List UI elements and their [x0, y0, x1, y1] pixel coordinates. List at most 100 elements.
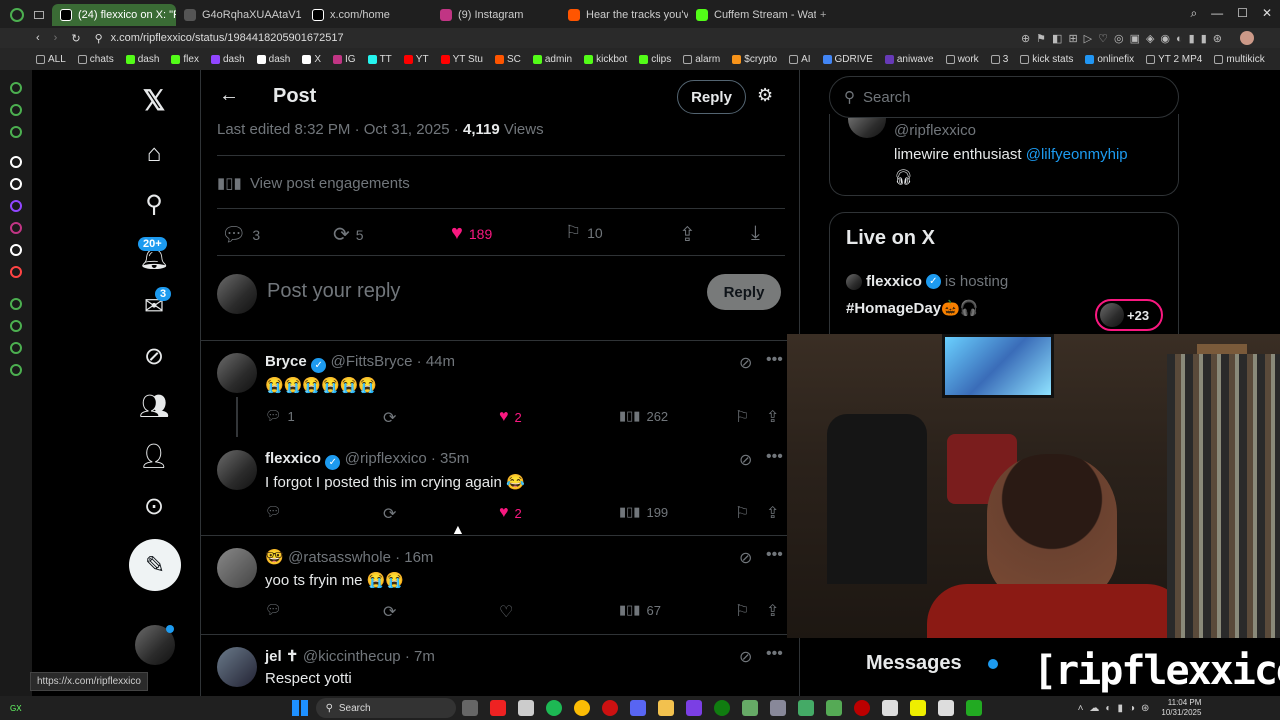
- bookmark-item[interactable]: chats: [77, 54, 114, 65]
- opera-icon[interactable]: [601, 700, 618, 716]
- minimize-button[interactable]: —: [1211, 6, 1223, 21]
- author-handle[interactable]: @ratsasswhole · 16m: [288, 549, 433, 566]
- view-engagements-link[interactable]: ▮▯▮ View post engagements: [217, 174, 410, 192]
- search-input[interactable]: ⚲ Search: [829, 76, 1179, 118]
- views-action[interactable]: ▮▯▮ 262: [619, 408, 668, 424]
- x-logo-icon[interactable]: [10, 244, 22, 256]
- reply-action[interactable]: 💬︎ 3: [221, 222, 260, 247]
- search-icon[interactable]: ⌕: [1190, 6, 1197, 21]
- reply-tweet[interactable]: Bryce ✓ @FittsBryce · 44m ⊘ ••• 😭😭😭😭😭😭 💬…: [201, 341, 799, 437]
- share-icon[interactable]: ⇪: [766, 407, 779, 427]
- back-arrow-icon[interactable]: ←: [219, 84, 239, 107]
- bookmark-item[interactable]: AI: [789, 54, 811, 65]
- new-tab-button[interactable]: +: [820, 9, 826, 21]
- bookmark-item[interactable]: onlinefix: [1085, 54, 1134, 65]
- reply-tweet[interactable]: flexxico ✓ @ripflexxico · 35m ⊘ ••• I fo…: [201, 438, 799, 535]
- author-handle[interactable]: @ripflexxico · 35m: [345, 450, 469, 467]
- download-icon[interactable]: ⤓: [751, 222, 760, 245]
- bookmark-item[interactable]: ALL: [36, 54, 66, 65]
- avatar[interactable]: [217, 548, 257, 588]
- tab-instagram[interactable]: (9) Instagram: [432, 4, 560, 26]
- bookmark-action[interactable]: ⚐ 10: [565, 222, 603, 243]
- app-icon[interactable]: [769, 700, 786, 716]
- clock[interactable]: 11:04 PM 10/31/2025: [1161, 698, 1201, 718]
- author-name[interactable]: Bryce: [265, 353, 307, 370]
- bookmark-icon[interactable]: ⚐: [735, 503, 749, 523]
- opera-gx-icon[interactable]: [489, 700, 506, 716]
- sidebar-app-icon[interactable]: [10, 126, 22, 138]
- profile-avatar[interactable]: [1240, 31, 1254, 45]
- more-icon[interactable]: ⊙: [139, 491, 169, 521]
- sidebar-app-icon[interactable]: [10, 82, 22, 94]
- instagram-icon[interactable]: [10, 222, 22, 234]
- like-action[interactable]: ♡: [499, 602, 513, 622]
- bookmark-item[interactable]: dash: [210, 54, 245, 65]
- explore-search-icon[interactable]: ⚲: [139, 189, 169, 219]
- reply-tweet[interactable]: jel ✝ @kiccinthecup · 7m ⊘ ••• Respect y…: [201, 635, 799, 696]
- app-icon[interactable]: [797, 700, 814, 716]
- app-icon[interactable]: [909, 700, 926, 716]
- avatar[interactable]: [217, 353, 257, 393]
- settings-icon[interactable]: [10, 364, 22, 376]
- spotify-icon[interactable]: [545, 700, 562, 716]
- avatar[interactable]: [848, 118, 886, 138]
- url-field[interactable]: x.com/ripflexxico/status/198441820590167…: [111, 32, 344, 44]
- tab-list-icon[interactable]: [34, 11, 44, 19]
- app-icon[interactable]: [685, 700, 702, 716]
- more-options-icon[interactable]: •••: [766, 351, 783, 369]
- views-action[interactable]: ▮▯▮ 67: [619, 602, 661, 618]
- more-options-icon[interactable]: •••: [766, 645, 783, 663]
- bookmark-item[interactable]: work: [945, 54, 979, 65]
- sidebar-app-icon[interactable]: [10, 178, 22, 190]
- app-icon[interactable]: [881, 700, 898, 716]
- live-listeners-badge[interactable]: +23: [1095, 299, 1163, 331]
- grok-icon[interactable]: ⊘: [139, 341, 169, 371]
- avatar[interactable]: [217, 647, 257, 687]
- close-button[interactable]: ✕: [1262, 6, 1272, 21]
- app-icon[interactable]: [517, 700, 534, 716]
- filter-icon[interactable]: ⚙: [757, 85, 773, 106]
- bookmark-item[interactable]: aniwave: [884, 54, 934, 65]
- app-icon[interactable]: [741, 700, 758, 716]
- start-button[interactable]: [291, 700, 308, 716]
- header-reply-button[interactable]: Reply: [677, 80, 746, 114]
- reply-input[interactable]: Post your reply: [267, 280, 400, 303]
- repost-action[interactable]: ⟳: [383, 602, 396, 622]
- compose-post-button[interactable]: ✎: [129, 539, 181, 591]
- sidebar-app-icon[interactable]: [10, 104, 22, 116]
- bookmark-item[interactable]: SC: [494, 54, 521, 65]
- browser-sidebar-icon[interactable]: GX: [10, 704, 22, 713]
- grok-icon[interactable]: ⊘: [739, 353, 752, 373]
- file-explorer-icon[interactable]: [657, 700, 674, 716]
- bookmark-icon[interactable]: ⚐: [735, 407, 749, 427]
- bookmark-item[interactable]: YT: [403, 54, 429, 65]
- taskbar-search[interactable]: ⚲ Search: [315, 698, 456, 718]
- extension-icons[interactable]: ⊕⚑◧⊞▷♡◎▣◈◉◐▮▮⊛: [1021, 32, 1228, 45]
- bookmark-item[interactable]: kickbot: [584, 54, 627, 65]
- bookmark-item[interactable]: X: [302, 54, 321, 65]
- reply-action[interactable]: 💬︎ 1: [265, 408, 295, 424]
- forward-icon[interactable]: ›: [54, 32, 58, 44]
- twitch-icon[interactable]: [10, 200, 22, 212]
- sidebar-app-icon[interactable]: [10, 298, 22, 310]
- author-name[interactable]: flexxico: [265, 450, 321, 467]
- share-icon[interactable]: ⇪: [766, 503, 779, 523]
- tab-flexxico-post[interactable]: (24) flexxico on X: "Prad: [52, 4, 176, 26]
- author-handle[interactable]: @kiccinthecup · 7m: [303, 648, 435, 665]
- chrome-icon[interactable]: [573, 700, 590, 716]
- reply-tweet[interactable]: 🤓 @ratsasswhole · 16m ⊘ ••• yoo ts fryin…: [201, 536, 799, 634]
- avatar[interactable]: [217, 450, 257, 490]
- clock-icon[interactable]: [10, 320, 22, 332]
- system-tray[interactable]: ˄☁◐▮◑⊛: [1078, 703, 1156, 714]
- reply-action[interactable]: 💬︎: [265, 504, 288, 520]
- bio-mention-link[interactable]: @lilfyeonmyhip: [1026, 146, 1128, 163]
- tab-kick-stream[interactable]: Cuffem Stream - Watch L: [688, 4, 816, 26]
- grok-icon[interactable]: ⊘: [739, 548, 752, 568]
- task-view-icon[interactable]: [461, 700, 478, 716]
- more-options-icon[interactable]: •••: [766, 448, 783, 466]
- more-options-icon[interactable]: •••: [766, 546, 783, 564]
- views-action[interactable]: ▮▯▮ 199: [619, 504, 668, 520]
- x-logo-icon[interactable]: 𝕏: [139, 85, 169, 116]
- tab-image[interactable]: G4oRqhaXUAAtaV1 (1208: [176, 4, 304, 26]
- like-action[interactable]: ♥ 2: [499, 408, 522, 426]
